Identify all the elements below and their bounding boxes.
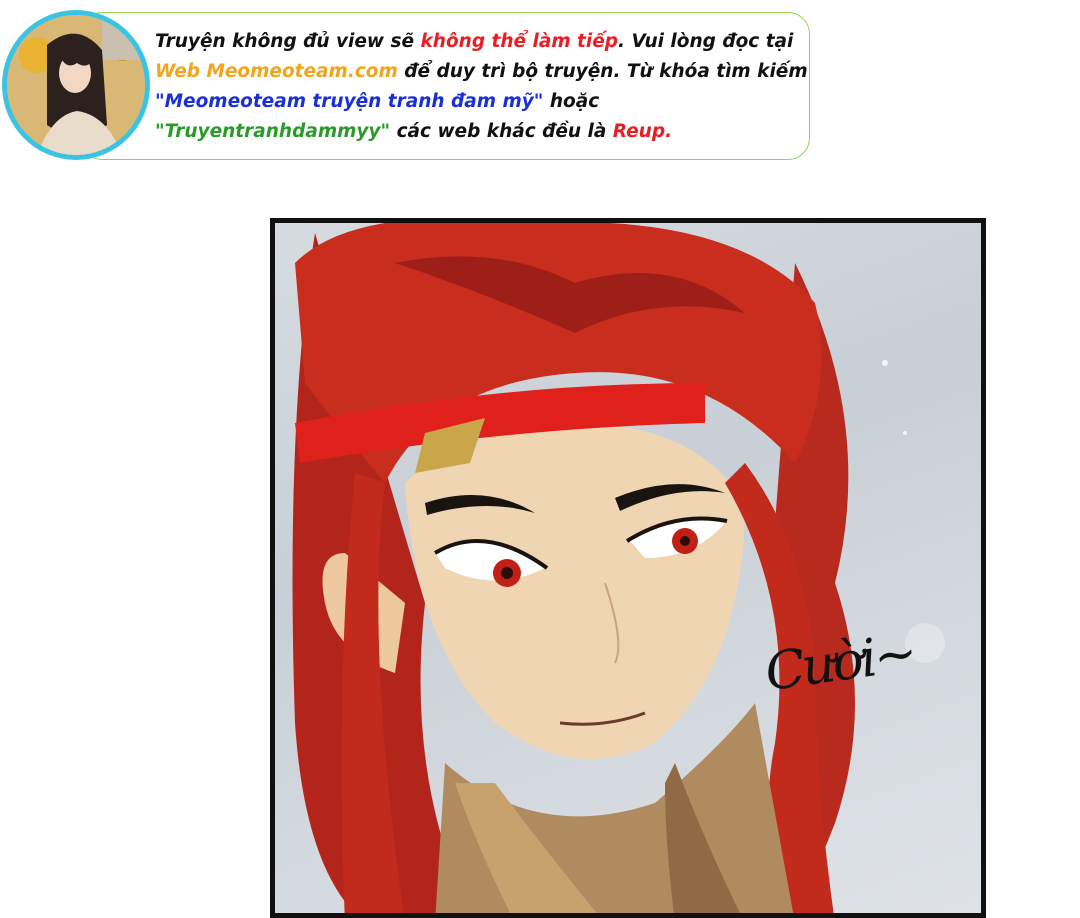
notice-line-4-part-3: Reup.	[612, 121, 673, 142]
notice-line-1-part-3: . Vui lòng đọc tại	[618, 31, 794, 52]
character-illustration	[292, 223, 945, 913]
search-keyword-2: "Truyentranhdammyy"	[155, 121, 391, 142]
notice-line-2-part-2: để duy trì bộ truyện. Từ khóa tìm kiếm	[397, 61, 808, 82]
site-notice-banner: Truyện không đủ view sẽ không thể làm ti…	[80, 12, 810, 160]
avatar-portrait-image	[7, 15, 145, 155]
site-link[interactable]: Web Meomeoteam.com	[155, 61, 398, 82]
notice-line-1-part-2: không thể làm tiếp	[420, 31, 619, 52]
notice-line-3-part-2: hoặc	[543, 91, 600, 112]
notice-line-3: "Meomeoteam truyện tranh đam mỹ" hoặc	[155, 87, 805, 117]
notice-line-4: "Truyentranhdammyy" các web khác đều là …	[155, 117, 805, 147]
notice-text: Truyện không đủ view sẽ không thể làm ti…	[155, 27, 808, 147]
search-keyword-1: "Meomeoteam truyện tranh đam mỹ"	[155, 91, 544, 112]
avatar	[2, 10, 150, 160]
comic-panel: Cười~	[270, 218, 986, 918]
notice-line-1: Truyện không đủ view sẽ không thể làm ti…	[155, 27, 805, 57]
notice-line-4-part-2: các web khác đều là	[390, 121, 613, 142]
notice-line-1-part-1: Truyện không đủ view sẽ	[155, 31, 421, 52]
notice-line-2: Web Meomeoteam.com để duy trì bộ truyện.…	[155, 57, 808, 87]
